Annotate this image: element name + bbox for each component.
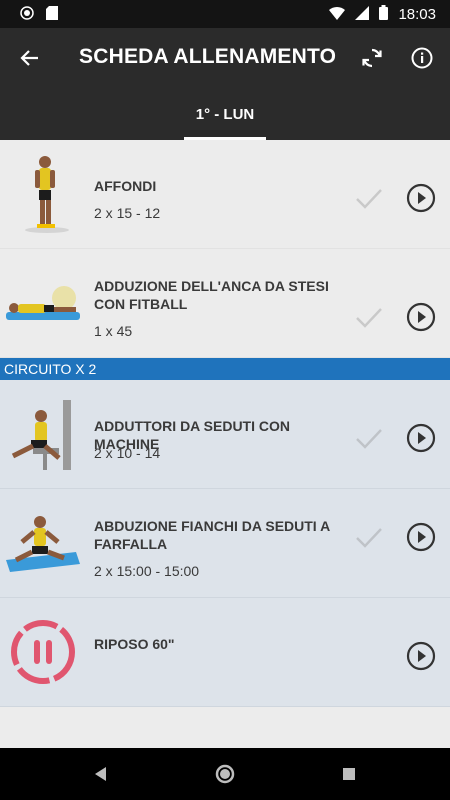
exercise-list: AFFONDI 2 x 15 - 12 ADDUZIONE DELL'ANCA … <box>0 140 450 707</box>
arrow-back-icon <box>20 50 38 66</box>
complete-check-button[interactable] <box>354 183 384 213</box>
check-icon <box>356 528 382 548</box>
sync-icon <box>362 48 382 68</box>
play-icon <box>406 302 436 332</box>
status-bar: 18:03 <box>0 0 450 28</box>
exercise-thumbnail <box>0 489 86 597</box>
home-circle-icon <box>215 764 235 784</box>
play-icon <box>406 183 436 213</box>
square-recents-icon <box>343 768 355 780</box>
signal-icon <box>355 5 370 24</box>
exercise-thumbnail <box>0 249 86 357</box>
back-button[interactable] <box>14 42 46 74</box>
page-title: SCHEDA ALLENAMENTO <box>79 45 337 68</box>
exercise-row[interactable]: AFFONDI 2 x 15 - 12 <box>0 140 450 249</box>
exercise-row[interactable]: ADDUZIONE DELL'ANCA DA STESI CON FITBALL… <box>0 249 450 358</box>
play-icon <box>406 522 436 552</box>
exercise-thumbnail <box>0 140 86 248</box>
exercise-thumbnail <box>0 380 86 488</box>
sync-button[interactable] <box>356 42 388 74</box>
play-button[interactable] <box>406 302 436 332</box>
triangle-back-icon <box>95 767 106 781</box>
exercise-name: ABDUZIONE FIANCHI DA SEDUTI A FARFALLA <box>94 518 330 552</box>
exercise-row[interactable]: ABDUZIONE FIANCHI DA SEDUTI A FARFALLA 2… <box>0 489 450 598</box>
check-icon <box>356 189 382 209</box>
nav-recents-button[interactable] <box>337 762 361 786</box>
check-icon <box>356 308 382 328</box>
play-button[interactable] <box>406 522 436 552</box>
tab-day-1[interactable]: 1° - LUN <box>184 90 266 140</box>
exercise-detail: 1 x 45 <box>94 323 133 339</box>
play-button[interactable] <box>406 641 436 671</box>
pause-timer-icon <box>0 598 86 706</box>
exercise-name: AFFONDI <box>94 178 157 194</box>
exercise-row[interactable]: ADDUTTORI DA SEDUTI CON MACHINE 2 x 10 -… <box>0 380 450 489</box>
circuit-label: CIRCUITO X 2 <box>4 361 97 377</box>
info-button[interactable] <box>406 42 438 74</box>
app-bar: SCHEDA ALLENAMENTO 1° - LUN <box>0 28 450 140</box>
tab-label: 1° - LUN <box>195 106 255 123</box>
complete-check-button[interactable] <box>354 302 384 332</box>
exercise-detail: 2 x 10 - 14 <box>94 445 161 461</box>
sd-card-icon <box>46 6 58 25</box>
exercise-detail: 2 x 15 - 12 <box>94 205 161 221</box>
system-nav-bar <box>0 748 450 800</box>
complete-check-button[interactable] <box>354 522 384 552</box>
check-icon <box>356 429 382 449</box>
exercise-name: ADDUZIONE DELL'ANCA DA STESI CON FITBALL <box>94 278 329 312</box>
rest-row[interactable]: RIPOSO 60" <box>0 598 450 707</box>
target-app-icon <box>20 6 34 25</box>
play-button[interactable] <box>406 423 436 453</box>
wifi-icon <box>329 6 346 24</box>
rest-label: RIPOSO 60" <box>94 636 175 652</box>
nav-back-button[interactable] <box>88 762 112 786</box>
play-icon <box>406 641 436 671</box>
status-time: 18:03 <box>398 6 436 23</box>
nav-home-button[interactable] <box>213 762 237 786</box>
play-button[interactable] <box>406 183 436 213</box>
complete-check-button[interactable] <box>354 423 384 453</box>
info-icon <box>411 47 433 69</box>
play-icon <box>406 423 436 453</box>
exercise-detail: 2 x 15:00 - 15:00 <box>94 563 200 579</box>
battery-icon <box>379 5 389 24</box>
circuit-header: CIRCUITO X 2 <box>0 358 450 380</box>
